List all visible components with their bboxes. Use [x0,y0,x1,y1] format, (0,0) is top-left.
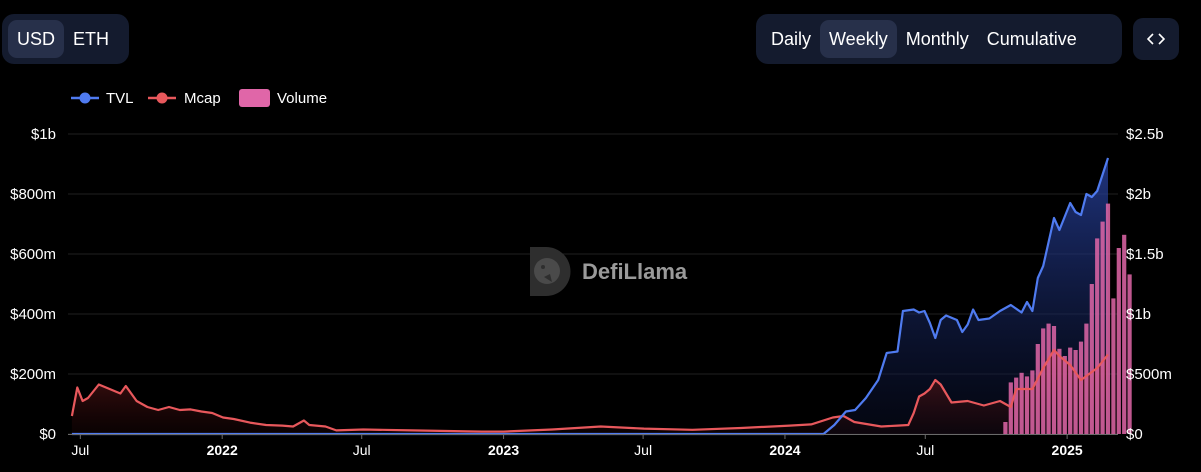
volume-bar [1035,344,1040,434]
series-area-tvl [71,158,1108,434]
y-right-tick-label: $1b [1126,306,1151,323]
volume-bar [1014,377,1019,434]
y-left-tick-label: $400m [10,306,56,323]
y-left-tick-label: $1b [31,126,56,143]
x-tick-label: 2023 [488,442,519,458]
legend-label-tvl: TVL [106,90,134,107]
y-left-tick-label: $600m [10,246,56,263]
volume-bar [1100,221,1105,434]
volume-bar [1078,341,1084,434]
volume-bar [1084,323,1089,434]
y-left-tick-label: $200m [10,366,56,383]
volume-bar [1111,298,1116,434]
volume-bar [1051,326,1057,434]
x-tick-label: Jul [71,442,89,458]
x-tick-label: Jul [353,442,371,458]
x-tick-label: Jul [916,442,934,458]
y-right-tick-label: $2b [1126,186,1151,203]
legend-label-mcap: Mcap [184,90,221,107]
legend-label-volume: Volume [277,90,327,107]
volume-bar [1116,248,1121,434]
y-left-tick-label: $800m [10,186,56,203]
volume-bar [1057,348,1062,434]
volume-bar [1105,203,1111,434]
volume-bar [1073,350,1078,434]
volume-bar [1008,382,1013,434]
volume-bar [1003,422,1008,434]
x-tick-label: 2025 [1052,442,1083,458]
volume-bar [1062,356,1067,434]
legend-item-tvl[interactable]: TVL [71,90,134,107]
volume-bar [1046,323,1051,434]
volume-bar [1041,328,1046,434]
y-right-tick-label: $2.5b [1126,126,1164,143]
legend-item-volume[interactable]: Volume [239,89,327,107]
y-left-tick-label: $0 [39,426,56,443]
volume-bar [1122,234,1127,434]
volume-bar [1095,238,1100,434]
x-tick-label: 2022 [207,442,238,458]
volume-bar [1030,370,1035,434]
volume-bar [1068,347,1073,434]
x-tick-label: Jul [634,442,652,458]
volume-bar [1089,284,1094,434]
volume-bar [1019,372,1024,434]
legend: TVL Mcap Volume [71,89,327,107]
chart: DefiLlama $0 $200m $400m $600m $800m $1b $0 $50… [10,89,1172,458]
y-right-tick-label: $1.5b [1126,246,1164,263]
watermark-text: DefiLlama [582,259,688,284]
y-right-tick-label: $500m [1126,366,1172,383]
x-tick-label: 2024 [769,442,800,458]
volume-bar [1024,376,1030,434]
volume-bar [1127,274,1132,434]
y-right-tick-label: $0 [1126,426,1143,443]
legend-item-mcap[interactable]: Mcap [148,90,221,107]
